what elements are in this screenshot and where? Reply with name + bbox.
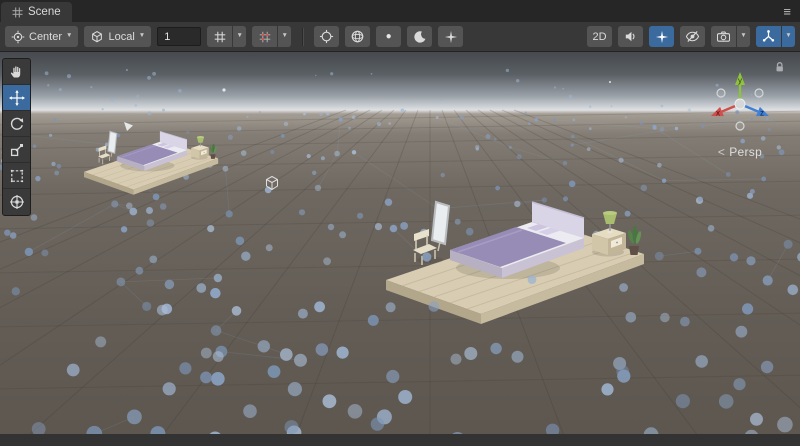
lock-icon[interactable] bbox=[774, 60, 786, 78]
2d-mode-toggle-button[interactable]: 2D bbox=[587, 26, 612, 47]
skybox-toggle-button[interactable] bbox=[407, 26, 432, 47]
grid-visibility-dropdown[interactable]: ▼ bbox=[233, 26, 246, 47]
axis-y-label: y bbox=[738, 76, 742, 85]
camera-dropdown[interactable]: ▼ bbox=[737, 26, 750, 47]
crosshair-icon bbox=[319, 29, 334, 44]
move-icon bbox=[9, 90, 25, 106]
gizmos-dropdown[interactable]: ▼ bbox=[782, 26, 795, 47]
tab-scene[interactable]: Scene bbox=[1, 2, 72, 22]
shading-mode-button[interactable] bbox=[345, 26, 370, 47]
effects-star-icon bbox=[655, 30, 669, 44]
gizmo-axes-icon bbox=[761, 29, 776, 44]
scale-tool-button[interactable] bbox=[3, 137, 30, 163]
speaker-icon bbox=[623, 29, 638, 44]
tab-scene-label: Scene bbox=[28, 6, 61, 18]
scene-render bbox=[0, 52, 800, 446]
pivot-center-icon bbox=[11, 30, 25, 44]
transform-icon bbox=[9, 194, 25, 210]
scene-gizmo-toggle-button[interactable] bbox=[314, 26, 339, 47]
orientation-label: Local bbox=[108, 31, 134, 43]
grid-visibility-split-button: ▼ bbox=[207, 26, 246, 47]
tab-bar: Scene ≡ bbox=[0, 0, 800, 22]
grid-icon bbox=[213, 30, 227, 44]
chevron-down-icon: ▼ bbox=[139, 33, 145, 40]
unity-scene-window: Scene ≡ Center ▼ Local ▼ bbox=[0, 0, 800, 446]
axis-gizmo-svg[interactable]: y x z bbox=[695, 60, 785, 144]
eye-slash-icon bbox=[685, 29, 700, 44]
snap-grid-icon bbox=[258, 30, 272, 44]
grid-snap-dropdown[interactable]: ▼ bbox=[278, 26, 291, 47]
bedroom-instance-far[interactable] bbox=[84, 130, 260, 195]
axis-x-label: x bbox=[716, 109, 720, 118]
scene-camera-button[interactable] bbox=[711, 26, 736, 47]
projection-toggle[interactable]: < Persp bbox=[692, 145, 788, 159]
2d-mode-label: 2D bbox=[592, 31, 606, 43]
view-orientation-gizmo[interactable]: y x z < Persp bbox=[692, 60, 788, 159]
pivot-mode-dropdown[interactable]: Center ▼ bbox=[5, 26, 78, 47]
audio-toggle-button[interactable] bbox=[618, 26, 643, 47]
chevron-down-icon: ▼ bbox=[236, 33, 242, 40]
effects-toggle-button[interactable] bbox=[649, 26, 674, 47]
grid-visibility-button[interactable] bbox=[207, 26, 232, 47]
rotate-tool-button[interactable] bbox=[3, 111, 30, 137]
projection-label: Persp bbox=[729, 145, 762, 159]
scene-toolbar: Center ▼ Local ▼ ▼ bbox=[0, 22, 800, 52]
local-cube-icon bbox=[90, 30, 104, 44]
viewport-bottom-edge bbox=[0, 434, 800, 446]
scene-viewport[interactable]: y x z < Persp bbox=[0, 52, 800, 446]
shaded-globe-icon bbox=[350, 29, 365, 44]
toolbar-separator bbox=[302, 28, 303, 46]
scene-center-cube-icon[interactable] bbox=[267, 177, 278, 190]
chevron-down-icon: ▼ bbox=[740, 33, 746, 40]
orientation-dropdown[interactable]: Local ▼ bbox=[84, 26, 151, 47]
chevron-down-icon: ▼ bbox=[66, 33, 72, 40]
flare-toggle-button[interactable] bbox=[438, 26, 463, 47]
camera-icon bbox=[716, 29, 731, 44]
snap-increment-input[interactable] bbox=[157, 27, 201, 46]
gizmos-split-button: ▼ bbox=[756, 26, 795, 47]
gizmos-button[interactable] bbox=[756, 26, 781, 47]
camera-split-button: ▼ bbox=[711, 26, 750, 47]
transform-tool-button[interactable] bbox=[3, 189, 30, 215]
hand-icon bbox=[9, 64, 25, 80]
flare-star-icon bbox=[444, 30, 458, 44]
scene-tab-grid-icon bbox=[12, 7, 23, 18]
lighting-circle-icon: ● bbox=[386, 32, 392, 42]
tool-palette bbox=[2, 58, 31, 216]
scene-lighting-toggle-button[interactable]: ● bbox=[376, 26, 401, 47]
scene-marker-triangle[interactable] bbox=[124, 122, 133, 131]
rotate-icon bbox=[9, 116, 25, 132]
scale-icon bbox=[9, 142, 25, 158]
moon-icon bbox=[413, 30, 427, 44]
rect-tool-icon bbox=[9, 168, 25, 184]
scene-visibility-button[interactable] bbox=[680, 26, 705, 47]
rect-tool-button[interactable] bbox=[3, 163, 30, 189]
move-tool-button[interactable] bbox=[3, 85, 30, 111]
hand-tool-button[interactable] bbox=[3, 59, 30, 85]
grid-snap-button[interactable] bbox=[252, 26, 277, 47]
tab-menu-icon[interactable]: ≡ bbox=[774, 4, 800, 19]
grid-snap-split-button: ▼ bbox=[252, 26, 291, 47]
projection-arrow: < bbox=[718, 145, 725, 159]
chevron-down-icon: ▼ bbox=[785, 33, 791, 40]
axis-z-label: z bbox=[760, 109, 764, 118]
pivot-mode-label: Center bbox=[29, 31, 62, 43]
chevron-down-icon: ▼ bbox=[281, 33, 287, 40]
